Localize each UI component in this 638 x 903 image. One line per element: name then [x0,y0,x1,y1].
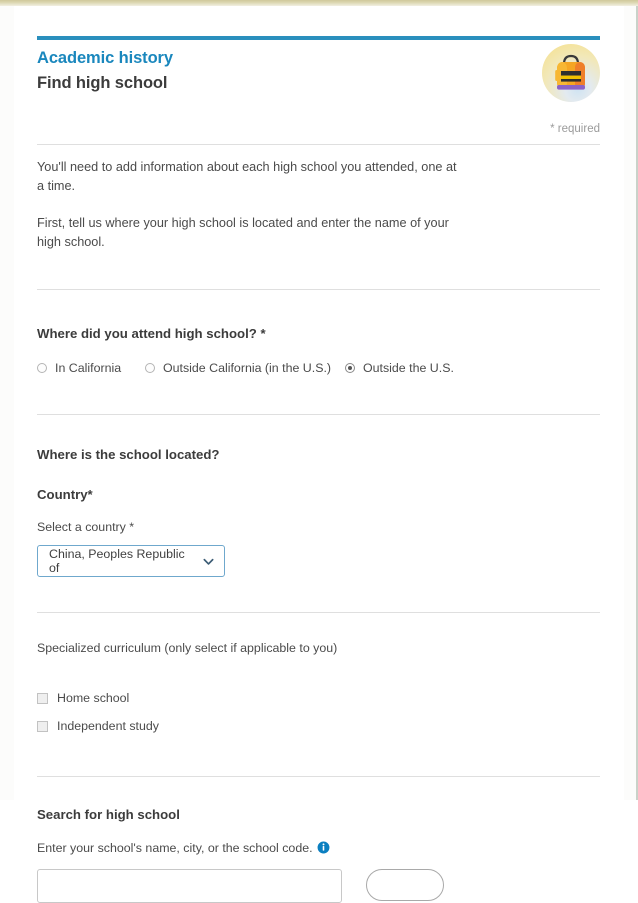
search-row [37,869,600,903]
radio-outside-california[interactable]: Outside California (in the U.S.) [145,361,345,375]
radio-label-in-california: In California [55,361,122,375]
form-card: Academic history Find high school * requ… [14,6,624,903]
attend-question-label: Where did you attend high school? * [37,326,266,341]
info-icon[interactable] [317,841,330,854]
page-title: Find high school [37,74,168,92]
search-hint: Enter your school's name, city, or the s… [37,841,600,855]
chevron-down-icon [203,558,214,565]
badge-circle [542,44,600,102]
radio-dot-outside-us[interactable] [345,363,355,373]
section-title: Academic history [37,49,173,67]
intro-paragraph-2: First, tell us where your high school is… [37,216,449,249]
location-heading: Where is the school located? [37,447,220,462]
search-hint-text: Enter your school's name, city, or the s… [37,841,313,855]
country-heading: Country* [37,487,93,502]
radio-label-outside-us: Outside the U.S. [363,361,454,375]
checkbox-label-home-school: Home school [57,691,130,705]
search-button[interactable] [366,869,444,901]
curriculum-label: Specialized curriculum (only select if a… [37,641,338,655]
checkbox-box-independent-study[interactable] [37,720,48,732]
intro-paragraph-1: You'll need to add information about eac… [37,160,457,193]
country-select-value: China, Peoples Republic of [49,547,185,575]
checkbox-label-independent-study: Independent study [57,719,159,733]
country-select[interactable]: China, Peoples Republic of [37,545,225,577]
backpack-icon [555,54,585,90]
checkbox-home-school[interactable]: Home school [37,691,600,705]
attend-question-radio-group: In California Outside California (in the… [37,361,600,375]
radio-outside-us[interactable]: Outside the U.S. [345,361,454,375]
radio-dot-in-california[interactable] [37,363,47,373]
backpack-badge [542,44,600,102]
divider-header [37,144,600,145]
checkbox-box-home-school[interactable] [37,692,48,704]
country-select-label: Select a country * [37,520,135,534]
required-note: * required [550,123,600,135]
search-heading: Search for high school [37,807,180,822]
form-content: Academic history Find high school * requ… [37,6,600,903]
radio-label-outside-california: Outside California (in the U.S.) [163,361,332,375]
search-input[interactable] [37,869,342,903]
header-top-rule [37,36,600,40]
radio-dot-outside-california[interactable] [145,363,155,373]
checkbox-independent-study[interactable]: Independent study [37,719,600,733]
radio-in-california[interactable]: In California [37,361,145,375]
page-frame: Academic history Find high school * requ… [0,6,638,903]
